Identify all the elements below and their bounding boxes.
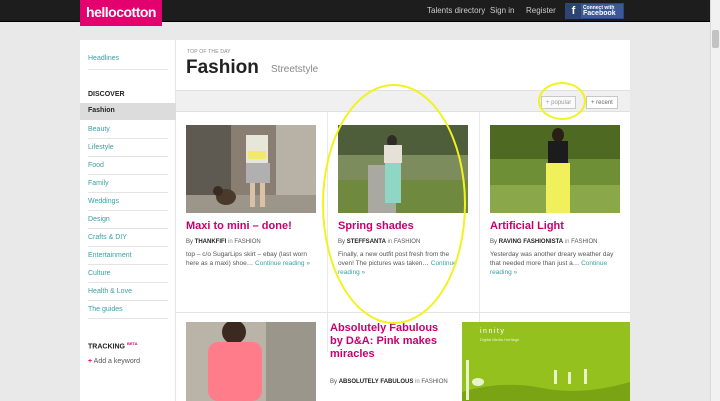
sidebar-divider [88,210,168,211]
post-category[interactable]: FASHION [421,379,447,385]
post-byline: By RAVING FASHIONISTA in FASHION [490,239,598,245]
page-subtitle[interactable]: Streetstyle [271,64,318,75]
post-image[interactable] [490,125,620,213]
plus-icon: + [88,358,93,365]
facebook-connect-label: Connect with Facebook [583,5,616,17]
post-card[interactable]: Maxi to mini – done! By THANKFIFI in FAS… [186,125,326,295]
sidebar-divider [88,174,168,175]
ad-banner[interactable]: innity Digital Media Heritage [462,322,630,401]
post-image[interactable] [186,125,316,213]
post-title[interactable]: Absolutely Fabulous by D&A: Pink makes m… [330,322,450,361]
post-excerpt: Finally, a new outfit post fresh from th… [338,251,457,276]
tracking-heading: TRACKING BETA [88,341,138,351]
sidebar-divider [88,156,168,157]
sidebar-divider [88,69,168,70]
facebook-connect-button[interactable]: f Connect with Facebook [565,3,624,19]
sort-popular-button[interactable]: + popular [541,96,577,109]
section-kicker: TOP OF THE DAY [187,49,231,55]
sidebar-item-the-guides[interactable]: The guides [88,306,123,313]
sidebar-divider [88,138,168,139]
post-category[interactable]: FASHION [234,239,260,245]
ad-logo: innity [480,328,506,335]
sidebar-item-entertainment[interactable]: Entertainment [88,252,132,259]
talents-directory-link[interactable]: Talents directory [427,0,485,22]
sidebar-item-fashion[interactable]: Fashion [80,103,176,120]
sidebar-divider [88,246,168,247]
sidebar-divider [88,264,168,265]
post-author[interactable]: THANKFIFI [195,239,227,245]
main-content: TOP OF THE DAY Fashion Streetstyle + pop… [176,40,630,401]
column-divider [327,112,328,352]
post-author[interactable]: STEFFSANTA [347,239,386,245]
sidebar-item-beauty[interactable]: Beauty [88,126,110,133]
row-divider [176,312,630,313]
sidebar-item-lifestyle[interactable]: Lifestyle [88,144,114,151]
sidebar-divider [88,318,168,319]
post-byline: By STEFFSANTA in FASHION [338,239,421,245]
post-excerpt: Yesterday was another dreary weather day… [490,251,614,276]
post-author[interactable]: ABSOLUTELY FABULOUS [339,379,414,385]
discover-heading: DISCOVER [88,91,125,98]
post-card[interactable]: Spring shades By STEFFSANTA in FASHION F… [338,125,478,295]
hellocotton-logo[interactable]: hellocotton [80,0,162,26]
post-category[interactable]: FASHION [571,239,597,245]
continue-reading-link[interactable]: Continue reading » [255,260,310,267]
sort-recent-button[interactable]: + recent [586,96,618,109]
post-card[interactable]: Artificial Light By RAVING FASHIONISTA i… [490,125,630,295]
column-divider [479,112,480,352]
left-sidebar: Headlines DISCOVER Fashion Beauty Lifest… [80,40,176,401]
post-title[interactable]: Spring shades [338,220,478,232]
post-title[interactable]: Maxi to mini – done! [186,220,326,232]
post-category[interactable]: FASHION [394,239,420,245]
sidebar-item-food[interactable]: Food [88,162,104,169]
sign-in-link[interactable]: Sign in [490,0,514,22]
sidebar-headlines-link[interactable]: Headlines [88,55,119,62]
sidebar-item-weddings[interactable]: Weddings [88,198,119,205]
sidebar-item-family[interactable]: Family [88,180,109,187]
ad-tagline: Digital Media Heritage [480,337,520,342]
post-excerpt: top – c/o SugarLips skirt – ebay (last w… [186,251,310,267]
sidebar-divider [88,300,168,301]
sidebar-item-design[interactable]: Design [88,216,110,223]
facebook-icon: f [566,4,581,18]
sidebar-divider [88,282,168,283]
register-link[interactable]: Register [526,0,556,22]
sort-bar: + popular + recent [176,90,630,112]
post-byline: By THANKFIFI in FASHION [186,239,261,245]
add-keyword-link[interactable]: + Add a keyword [88,358,140,365]
sidebar-item-crafts-diy[interactable]: Crafts & DIY [88,234,127,241]
sidebar-divider [88,192,168,193]
post-author[interactable]: RAVING FASHIONISTA [499,239,563,245]
beta-badge: BETA [126,341,138,346]
page-scrollbar[interactable] [710,0,720,401]
post-title[interactable]: Artificial Light [490,220,630,232]
sidebar-divider [88,228,168,229]
post-card[interactable]: Absolutely Fabulous by D&A: Pink makes m… [186,322,456,401]
post-image[interactable] [338,125,468,213]
sidebar-item-culture[interactable]: Culture [88,270,111,277]
post-byline: By ABSOLUTELY FABULOUS in FASHION [330,379,448,385]
sidebar-item-health-love[interactable]: Health & Love [88,288,132,295]
scrollbar-thumb[interactable] [712,30,719,48]
page-title: Fashion [186,57,259,78]
ad-illustration [462,360,630,401]
post-image[interactable] [186,322,316,401]
